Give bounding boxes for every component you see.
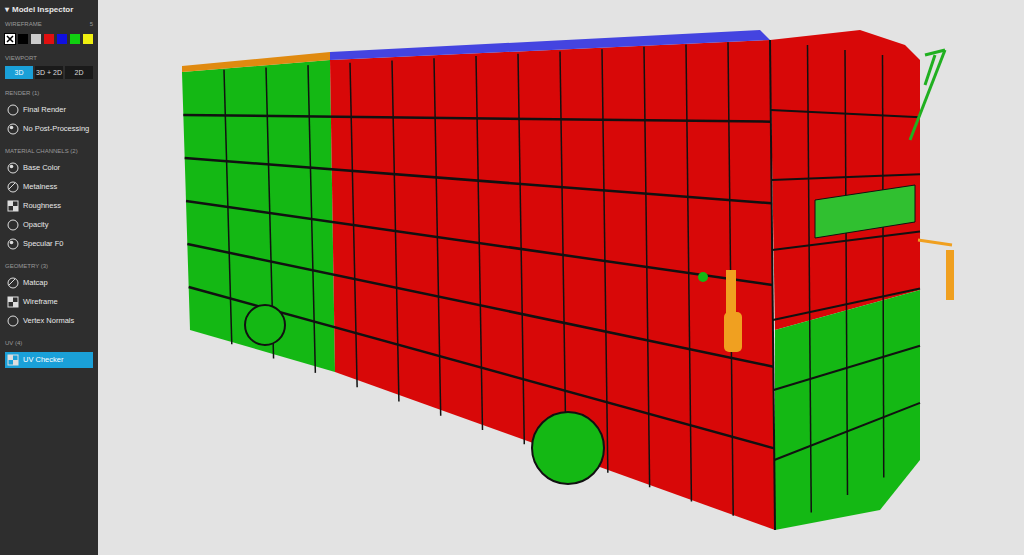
item-label: Specular F0 — [23, 238, 63, 249]
section-label: WIREFRAME — [5, 20, 42, 29]
viewport[interactable] — [98, 0, 1024, 555]
channel-icon — [7, 123, 19, 135]
viewport-button[interactable]: 3D + 2D — [35, 66, 63, 79]
wireframe-value: 5 — [90, 20, 93, 29]
color-swatch[interactable] — [18, 34, 28, 44]
sidebar-section: RENDER (1) Final Render No Post-Processing — [5, 89, 93, 137]
channel-icon — [7, 104, 19, 116]
channel-icon — [7, 277, 19, 289]
channel-icon — [7, 315, 19, 327]
sidebar-item[interactable]: Wireframe — [5, 294, 93, 310]
section-label: MATERIAL CHANNELS (2) — [5, 147, 93, 156]
sidebar: ▾Model Inspector WIREFRAME 5 VIEWPORT 3D3D +… — [0, 0, 98, 555]
channel-icon — [7, 219, 19, 231]
bus-model[interactable] — [98, 0, 1024, 555]
item-label: UV Checker — [23, 354, 63, 365]
color-swatch[interactable] — [31, 34, 41, 44]
color-swatch[interactable] — [5, 34, 15, 44]
app: ▾Model Inspector WIREFRAME 5 VIEWPORT 3D3D +… — [0, 0, 1024, 555]
sidebar-section: GEOMETRY (3) Matcap Wireframe Vertex Normal… — [5, 262, 93, 329]
color-swatch[interactable] — [83, 34, 93, 44]
sidebar-item[interactable]: Roughness — [5, 198, 93, 214]
item-label: Final Render — [23, 104, 66, 115]
item-label: Base Color — [23, 162, 60, 173]
item-label: No Post-Processing — [23, 123, 89, 134]
section-label: RENDER (1) — [5, 89, 93, 98]
channel-icon — [7, 181, 19, 193]
panel-title: Model Inspector — [12, 4, 73, 16]
color-swatch[interactable] — [70, 34, 80, 44]
sidebar-item[interactable]: Specular F0 — [5, 236, 93, 252]
item-label: Matcap — [23, 277, 48, 288]
sidebar-item[interactable]: Vertex Normals — [5, 313, 93, 329]
item-label: Roughness — [23, 200, 61, 211]
sidebar-item[interactable]: No Post-Processing — [5, 121, 93, 137]
sidebar-item[interactable]: UV Checker — [5, 352, 93, 368]
sidebar-section: MATERIAL CHANNELS (2) Base Color Metalness… — [5, 147, 93, 252]
sidebar-item[interactable]: Matcap — [5, 275, 93, 291]
viewport-button[interactable]: 3D — [5, 66, 33, 79]
section-label: VIEWPORT — [5, 54, 93, 63]
section-label: GEOMETRY (3) — [5, 262, 93, 271]
sidebar-section: UV (4) UV Checker — [5, 339, 93, 368]
item-label: Wireframe — [23, 296, 58, 307]
viewport-buttons: 3D3D + 2D2D — [5, 66, 93, 79]
sidebar-item[interactable]: Base Color — [5, 160, 93, 176]
sidebar-item[interactable]: Metalness — [5, 179, 93, 195]
channel-icon — [7, 354, 19, 366]
item-label: Opacity — [23, 219, 48, 230]
viewport-button[interactable]: 2D — [65, 66, 93, 79]
channel-icon — [7, 162, 19, 174]
sidebar-item[interactable]: Opacity — [5, 217, 93, 233]
color-swatch[interactable] — [44, 34, 54, 44]
section-label: UV (4) — [5, 339, 93, 348]
channel-icon — [7, 238, 19, 250]
channel-icon — [7, 296, 19, 308]
swatch-row — [5, 34, 93, 44]
sidebar-item[interactable]: Final Render — [5, 102, 93, 118]
color-swatch[interactable] — [57, 34, 67, 44]
collapse-toggle[interactable]: ▾ — [5, 4, 9, 16]
item-label: Metalness — [23, 181, 57, 192]
wireframe-row: WIREFRAME 5 — [5, 20, 93, 29]
channel-icon — [7, 200, 19, 212]
item-label: Vertex Normals — [23, 315, 74, 326]
none-icon — [6, 35, 14, 43]
panel-header[interactable]: ▾Model Inspector — [5, 4, 93, 16]
